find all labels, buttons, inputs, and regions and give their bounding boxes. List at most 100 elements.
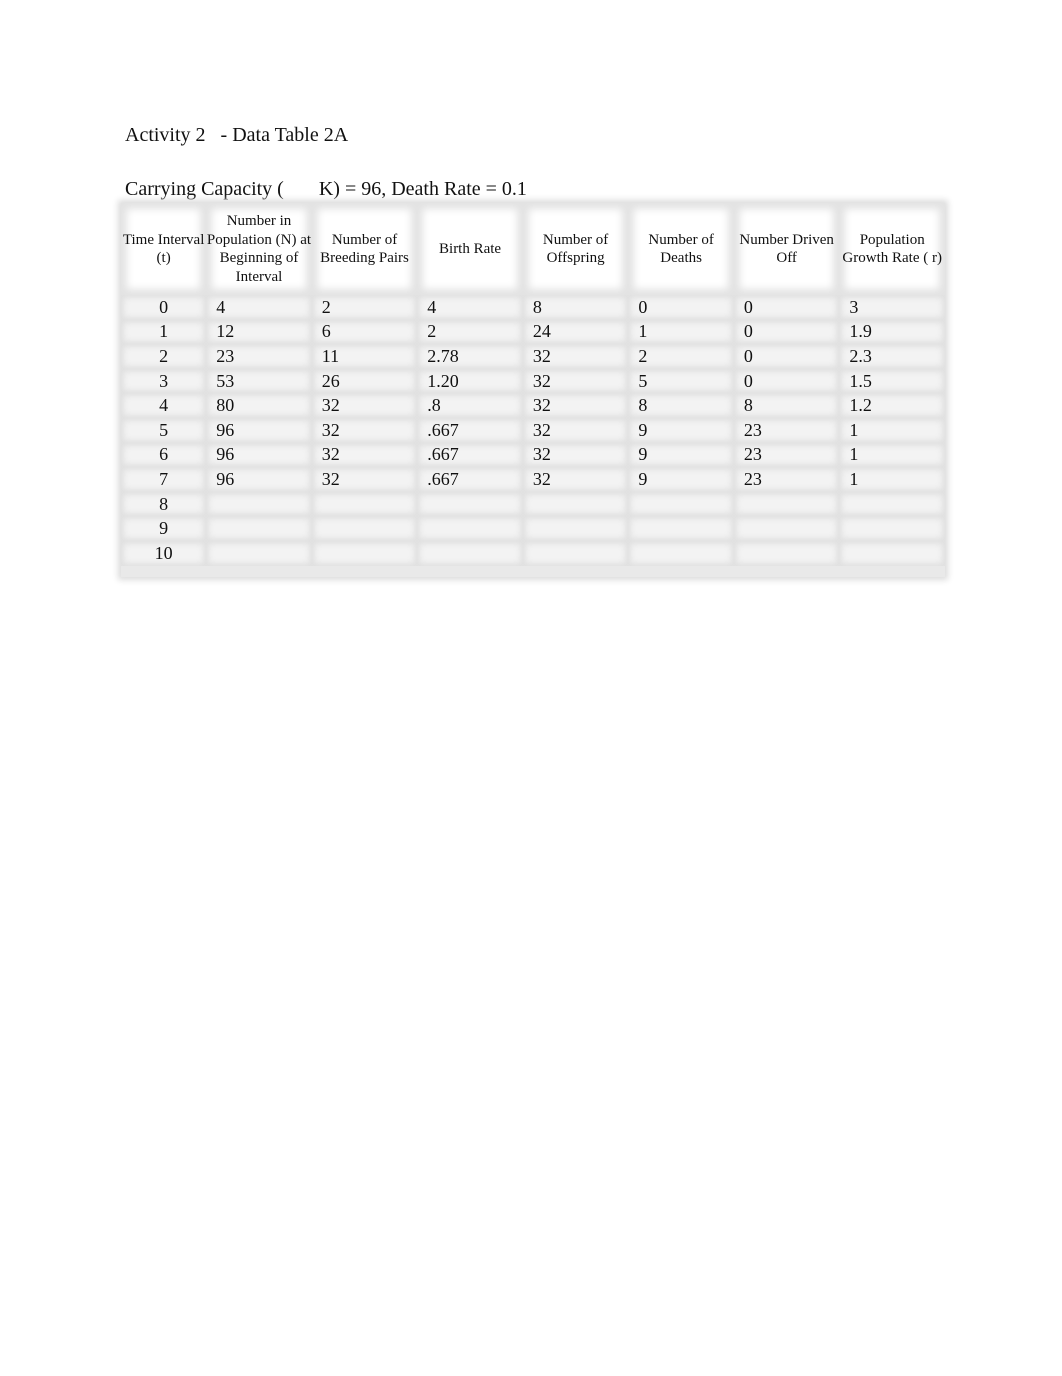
cell-growth-rate — [839, 491, 945, 517]
table-row: 5 96 32 .667 32 9 23 1 — [121, 417, 945, 443]
cell-driven-off — [733, 540, 840, 566]
cell-deaths: 5 — [628, 368, 734, 394]
cell-value — [206, 518, 216, 538]
header-growth-rate: Population Growth Rate ( r) — [839, 203, 945, 295]
header-time-interval: Time Interval (t) — [121, 203, 207, 295]
table-row: 4 80 32 .8 32 8 8 1.2 — [121, 393, 945, 418]
cell-growth-rate: 1.2 — [839, 393, 945, 418]
cell-population: 23 — [206, 344, 312, 369]
table-row: 3 53 26 1.20 32 5 0 1.5 — [121, 368, 945, 394]
cell-value: 23 — [743, 419, 762, 440]
cell-value — [312, 543, 322, 563]
cell-value: 32 — [321, 468, 340, 489]
cell-time-interval: 5 — [121, 417, 207, 443]
cell-value: 9 — [638, 419, 648, 440]
header-birth-rate: Birth Rate — [417, 203, 523, 295]
cell-value — [523, 518, 533, 538]
cell-value: 1 — [849, 444, 859, 465]
cell-value: 32 — [532, 345, 551, 366]
cell-value: 0 — [743, 370, 753, 391]
table-row: 0 4 2 4 8 0 0 3 — [121, 295, 945, 320]
cell-value: 80 — [216, 395, 235, 416]
cell-value — [839, 543, 849, 563]
cell-value: 32 — [532, 468, 551, 489]
header-offspring: Number of Offspring — [522, 203, 629, 295]
cell-value: 32 — [321, 419, 340, 440]
cell-birth-rate — [417, 540, 523, 566]
cell-birth-rate: 4 — [417, 295, 523, 320]
cell-population: 4 — [206, 295, 312, 320]
cell-offspring — [522, 516, 629, 541]
cell-value: 4 — [216, 296, 226, 317]
cell-birth-rate: 2 — [417, 319, 523, 345]
cell-birth-rate: 1.20 — [417, 368, 523, 394]
data-table-container: Time Interval (t) Number in Population (… — [121, 203, 945, 577]
cell-breeding-pairs: 6 — [311, 319, 418, 345]
cell-driven-off: 23 — [733, 467, 840, 492]
cell-growth-rate: 1 — [839, 467, 945, 492]
cell-growth-rate: 2.3 — [839, 344, 945, 369]
cell-value: 53 — [216, 370, 235, 391]
cell-value: 23 — [216, 345, 235, 366]
cell-offspring — [522, 540, 629, 566]
cell-time-interval: 6 — [121, 442, 207, 468]
header-driven-off: Number Driven Off — [733, 203, 840, 295]
cell-driven-off — [733, 491, 840, 517]
cell-offspring: 8 — [522, 295, 629, 320]
cell-time-interval: 3 — [121, 368, 207, 394]
cell-birth-rate — [417, 491, 523, 517]
cell-value — [206, 543, 216, 563]
cell-breeding-pairs: 32 — [311, 393, 418, 418]
cell-value: 2 — [638, 345, 648, 366]
cell-value: 3 — [849, 296, 859, 317]
cell-deaths: 0 — [628, 295, 734, 320]
cell-value: .667 — [427, 419, 459, 440]
table-row: 10 — [121, 540, 945, 566]
cell-deaths: 1 — [628, 319, 734, 345]
cell-value: 32 — [532, 444, 551, 465]
cell-growth-rate — [839, 540, 945, 566]
cell-deaths: 9 — [628, 442, 734, 468]
cell-time-interval: 8 — [121, 491, 207, 517]
cell-value — [312, 518, 322, 538]
cell-offspring: 32 — [522, 368, 629, 394]
cell-value: 12 — [216, 321, 235, 342]
table-row: 6 96 32 .667 32 9 23 1 — [121, 442, 945, 468]
table-row: 9 — [121, 516, 945, 541]
cell-value: 96 — [216, 419, 235, 440]
cell-time-interval: 10 — [121, 540, 207, 566]
cell-value — [734, 518, 744, 538]
cell-offspring: 32 — [522, 393, 629, 418]
cell-value: 32 — [321, 395, 340, 416]
cell-deaths: 8 — [628, 393, 734, 418]
cell-breeding-pairs: 26 — [311, 368, 418, 394]
cell-growth-rate: 1.5 — [839, 368, 945, 394]
cell-value — [417, 518, 427, 538]
cell-value: 8 — [159, 493, 169, 514]
cell-time-interval: 2 — [121, 344, 207, 369]
cell-value: 26 — [321, 370, 340, 391]
cell-value: 0 — [743, 345, 753, 366]
cell-time-interval: 1 — [121, 319, 207, 345]
cell-value: 1 — [159, 321, 169, 342]
cell-value — [734, 543, 744, 563]
cell-value: 5 — [638, 370, 648, 391]
cell-value — [523, 543, 533, 563]
cell-driven-off: 0 — [733, 344, 840, 369]
table-header-row: Time Interval (t) Number in Population (… — [121, 203, 945, 295]
cell-value: 6 — [159, 444, 169, 465]
cell-value — [839, 518, 849, 538]
cell-deaths — [628, 516, 734, 541]
cell-breeding-pairs: 32 — [311, 467, 418, 492]
cell-value: 32 — [532, 370, 551, 391]
cell-growth-rate: 1 — [839, 442, 945, 468]
cell-deaths: 9 — [628, 417, 734, 443]
cell-value: 32 — [532, 395, 551, 416]
cell-value — [417, 494, 427, 514]
cell-value — [839, 494, 849, 514]
cell-offspring: 32 — [522, 467, 629, 492]
cell-value — [417, 543, 427, 563]
cell-value: 1 — [638, 321, 648, 342]
cell-birth-rate: 2.78 — [417, 344, 523, 369]
cell-breeding-pairs — [311, 540, 418, 566]
